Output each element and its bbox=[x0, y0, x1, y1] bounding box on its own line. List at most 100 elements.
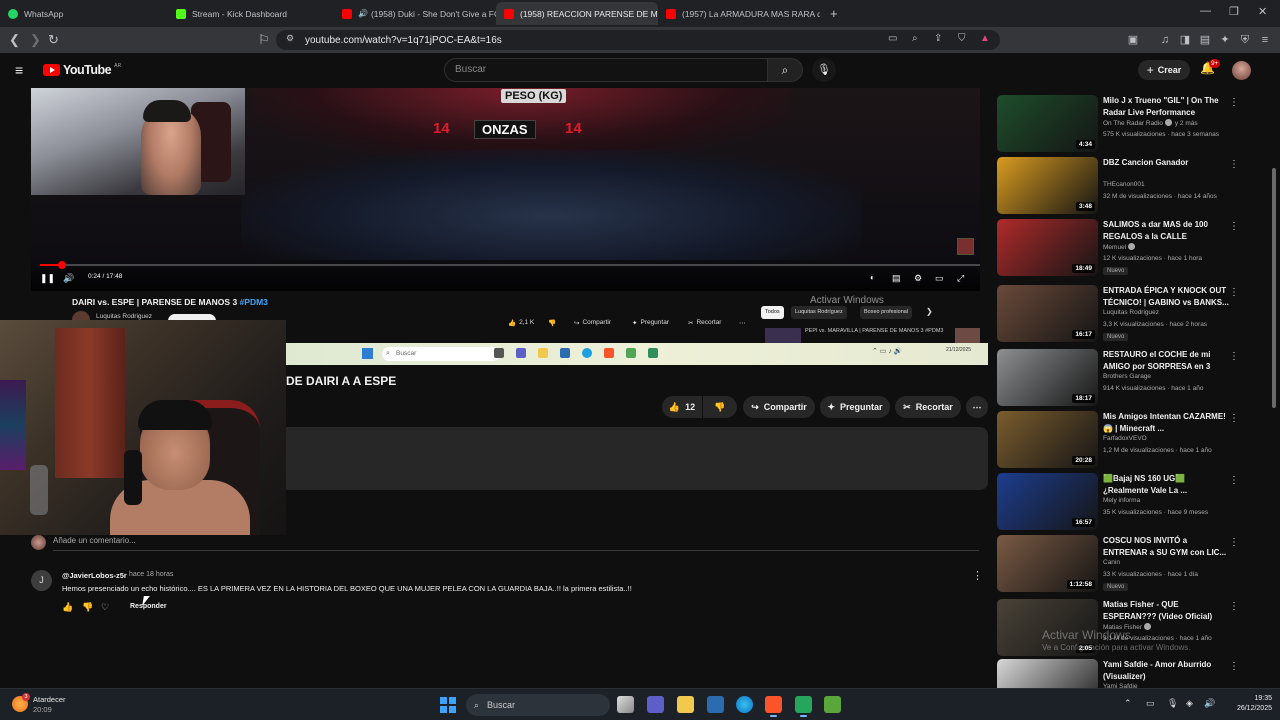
recommended-video[interactable]: 16:17 ENTRADA ÉPICA Y KNOCK OUT TÉCNICO! … bbox=[997, 285, 1247, 343]
settings-gear-icon[interactable]: ⚙ bbox=[914, 272, 922, 284]
comment-author[interactable]: @JavierLobos-z5r bbox=[62, 571, 127, 580]
recommended-video[interactable]: 1:12:58 COSCU NOS INVITÓ a ENTRENAR a SU … bbox=[997, 535, 1247, 593]
video-thumbnail[interactable]: 20:28 bbox=[997, 411, 1098, 468]
maximize-icon[interactable]: ❐ bbox=[1229, 5, 1239, 18]
brave-shield-icon[interactable]: ⛉ bbox=[958, 33, 966, 44]
more-options-icon[interactable]: ⋮ bbox=[1229, 97, 1239, 108]
windows-start-icon[interactable] bbox=[440, 697, 456, 713]
tray-network-icon[interactable]: ◈ bbox=[1186, 698, 1193, 709]
subtitles-icon[interactable]: ▤ bbox=[892, 272, 901, 284]
channel-line[interactable]: Memuel bbox=[1103, 243, 1136, 251]
address-bar[interactable]: ⚙ youtube.com/watch?v=1q71jPOC-EA&t=16s … bbox=[276, 30, 1000, 50]
more-options-icon[interactable]: ⋮ bbox=[1229, 661, 1239, 672]
ask-button[interactable]: ✦ Preguntar bbox=[820, 396, 890, 418]
comment-like-icon[interactable]: 👍 bbox=[62, 602, 73, 613]
video-thumbnail[interactable]: 3:48 bbox=[997, 157, 1098, 214]
back-icon[interactable]: ❮ bbox=[9, 32, 20, 48]
video-title[interactable]: 🟩Bajaj NS 160 UG🟩 ¿Realmente Vale La ... bbox=[1103, 473, 1231, 496]
channel-name[interactable]: On The Radar Radio bbox=[1103, 120, 1163, 127]
channel-watermark[interactable] bbox=[957, 238, 974, 255]
description-box[interactable] bbox=[286, 427, 988, 490]
channel-name[interactable]: THEcanon001 bbox=[1103, 181, 1145, 188]
close-window-icon[interactable]: ✕ bbox=[1258, 5, 1267, 18]
edge-icon[interactable] bbox=[736, 696, 753, 713]
channel-line[interactable]: Brothers Garage bbox=[1103, 373, 1151, 380]
more-options-icon[interactable]: ⋮ bbox=[1229, 287, 1239, 298]
autoplay-toggle-icon[interactable]: ◐ bbox=[870, 272, 875, 284]
comment-dislike-icon[interactable]: 👎 bbox=[82, 602, 93, 613]
weather-widget[interactable]: Atardecer 20:09 bbox=[33, 695, 66, 715]
create-button[interactable]: + Crear bbox=[1138, 60, 1190, 80]
media-icon[interactable]: ♫ bbox=[1158, 33, 1172, 47]
site-info-icon[interactable]: ⚙ bbox=[286, 33, 294, 44]
video-title[interactable]: DBZ Cancion Ganador bbox=[1103, 157, 1231, 169]
more-options-icon[interactable]: ⋮ bbox=[1229, 537, 1239, 548]
volume-icon[interactable]: 🔊 bbox=[63, 272, 74, 284]
search-button[interactable]: ⌕ bbox=[767, 58, 803, 82]
video-title[interactable]: COSCU NOS INVITÓ a ENTRENAR a SU GYM con… bbox=[1103, 535, 1231, 558]
tray-mic-icon[interactable]: 🎙 bbox=[1167, 698, 1178, 709]
tab-reaccion[interactable]: (1958) REACCION PARENSE DE M ✕ bbox=[496, 2, 658, 25]
youtube-logo[interactable]: YouTube AR bbox=[43, 63, 121, 77]
more-options-icon[interactable]: ⋮ bbox=[1229, 221, 1239, 232]
menu-icon[interactable]: ≡ bbox=[1258, 33, 1272, 47]
share-button[interactable]: ↪ Compartir bbox=[743, 396, 815, 418]
voice-search-button[interactable]: 🎙 bbox=[812, 58, 836, 82]
video-title[interactable]: Milo J x Trueno "GIL" | On The Radar Liv… bbox=[1103, 95, 1231, 118]
tab-duki[interactable]: 🔊 (1958) Duki - She Don't Give a FO bbox=[334, 2, 496, 25]
video-thumbnail[interactable]: 18:17 bbox=[997, 349, 1098, 406]
progress-bar[interactable] bbox=[40, 261, 980, 269]
video-title[interactable]: Matias Fisher - QUE ESPERAN??? (Video Of… bbox=[1103, 599, 1231, 622]
recommended-video[interactable]: 16:57 🟩Bajaj NS 160 UG🟩 ¿Realmente Vale L… bbox=[997, 473, 1247, 531]
channel-name[interactable]: FarfadoxVEVO bbox=[1103, 435, 1147, 442]
channel-line[interactable]: THEcanon001 bbox=[1103, 181, 1145, 188]
video-title[interactable]: SALIMOS a dar MAS de 100 REGALOS a la CA… bbox=[1103, 219, 1231, 242]
recommended-video[interactable]: 3:48 DBZ Cancion Ganador THEcanon001 32 M d… bbox=[997, 157, 1247, 215]
recommended-video[interactable]: 4:34 Milo J x Trueno "GIL" | On The Radar… bbox=[997, 95, 1247, 153]
add-comment-input[interactable]: Añade un comentario... bbox=[53, 536, 136, 545]
video-thumbnail[interactable]: 16:17 bbox=[997, 285, 1098, 342]
more-options-icon[interactable]: ⋮ bbox=[1229, 413, 1239, 424]
clip-button[interactable]: ✂ Recortar bbox=[895, 396, 961, 418]
channel-name[interactable]: Mely informa bbox=[1103, 497, 1140, 504]
channel-line[interactable]: Canin bbox=[1103, 559, 1120, 566]
brave-browser-icon[interactable] bbox=[765, 696, 782, 717]
wallet-icon[interactable]: ▤ bbox=[1198, 33, 1212, 47]
new-tab-button[interactable]: + bbox=[822, 2, 844, 25]
cast-icon[interactable]: ▭ bbox=[888, 33, 897, 44]
channel-name[interactable]: Luquitas Rodriguez bbox=[1103, 309, 1159, 316]
video-thumbnail[interactable]: 16:57 bbox=[997, 473, 1098, 530]
app-icon[interactable] bbox=[824, 696, 841, 713]
tray-chevron-icon[interactable]: ⌃ bbox=[1124, 698, 1132, 709]
video-title[interactable]: Yami Safdie - Amor Aburrido (Visualizer) bbox=[1103, 659, 1231, 682]
tab-armadura[interactable]: (1957) La ARMADURA MAS RARA de bbox=[658, 2, 820, 25]
channel-name[interactable]: Brothers Garage bbox=[1103, 373, 1151, 380]
tray-volume-icon[interactable]: 🔊 bbox=[1204, 698, 1215, 709]
more-options-icon[interactable]: ⋮ bbox=[1229, 159, 1239, 170]
share-icon[interactable]: ⇪ bbox=[934, 33, 942, 44]
vpn-icon[interactable]: ⛨ bbox=[1238, 33, 1252, 47]
channel-name[interactable]: Memuel bbox=[1103, 244, 1126, 251]
channel-line[interactable]: On The Radar Radio y 2 más bbox=[1103, 119, 1198, 127]
bookmark-icon[interactable]: ⚐ bbox=[258, 32, 270, 48]
recommended-video[interactable]: 18:49 SALIMOS a dar MAS de 100 REGALOS a … bbox=[997, 219, 1247, 277]
page-scrollbar[interactable] bbox=[1272, 168, 1276, 408]
comment-more-icon[interactable]: ⋮ bbox=[972, 569, 983, 582]
ai-assistant-icon[interactable]: ✦ bbox=[1218, 33, 1232, 47]
video-title[interactable]: RESTAURO el COCHE de mi AMIGO por SORPRE… bbox=[1103, 349, 1231, 372]
taskbar-clock[interactable]: 19:35 26/12/2025 bbox=[1222, 694, 1272, 714]
channel-line[interactable]: Luquitas Rodriguez bbox=[1103, 309, 1159, 316]
tray-device-icon[interactable]: ▭ bbox=[1146, 698, 1155, 709]
task-view-icon[interactable] bbox=[617, 696, 634, 713]
teams-icon[interactable] bbox=[647, 696, 664, 713]
account-avatar[interactable] bbox=[1232, 61, 1251, 80]
like-button[interactable]: 👍 12 bbox=[662, 396, 702, 418]
forward-icon[interactable]: ❯ bbox=[30, 32, 41, 48]
comment-author-avatar[interactable]: J bbox=[31, 570, 52, 591]
reading-list-icon[interactable]: ◨ bbox=[1178, 33, 1192, 47]
minimize-icon[interactable]: — bbox=[1200, 5, 1211, 17]
video-title[interactable]: ENTRADA ÉPICA Y KNOCK OUT TÉCNICO! | GAB… bbox=[1103, 285, 1231, 308]
store-icon[interactable] bbox=[707, 696, 724, 713]
more-options-icon[interactable]: ⋮ bbox=[1229, 601, 1239, 612]
recommended-video[interactable]: 20:28 Mis Amigos Intentan CAZARME! 😱 | Mi… bbox=[997, 411, 1247, 469]
